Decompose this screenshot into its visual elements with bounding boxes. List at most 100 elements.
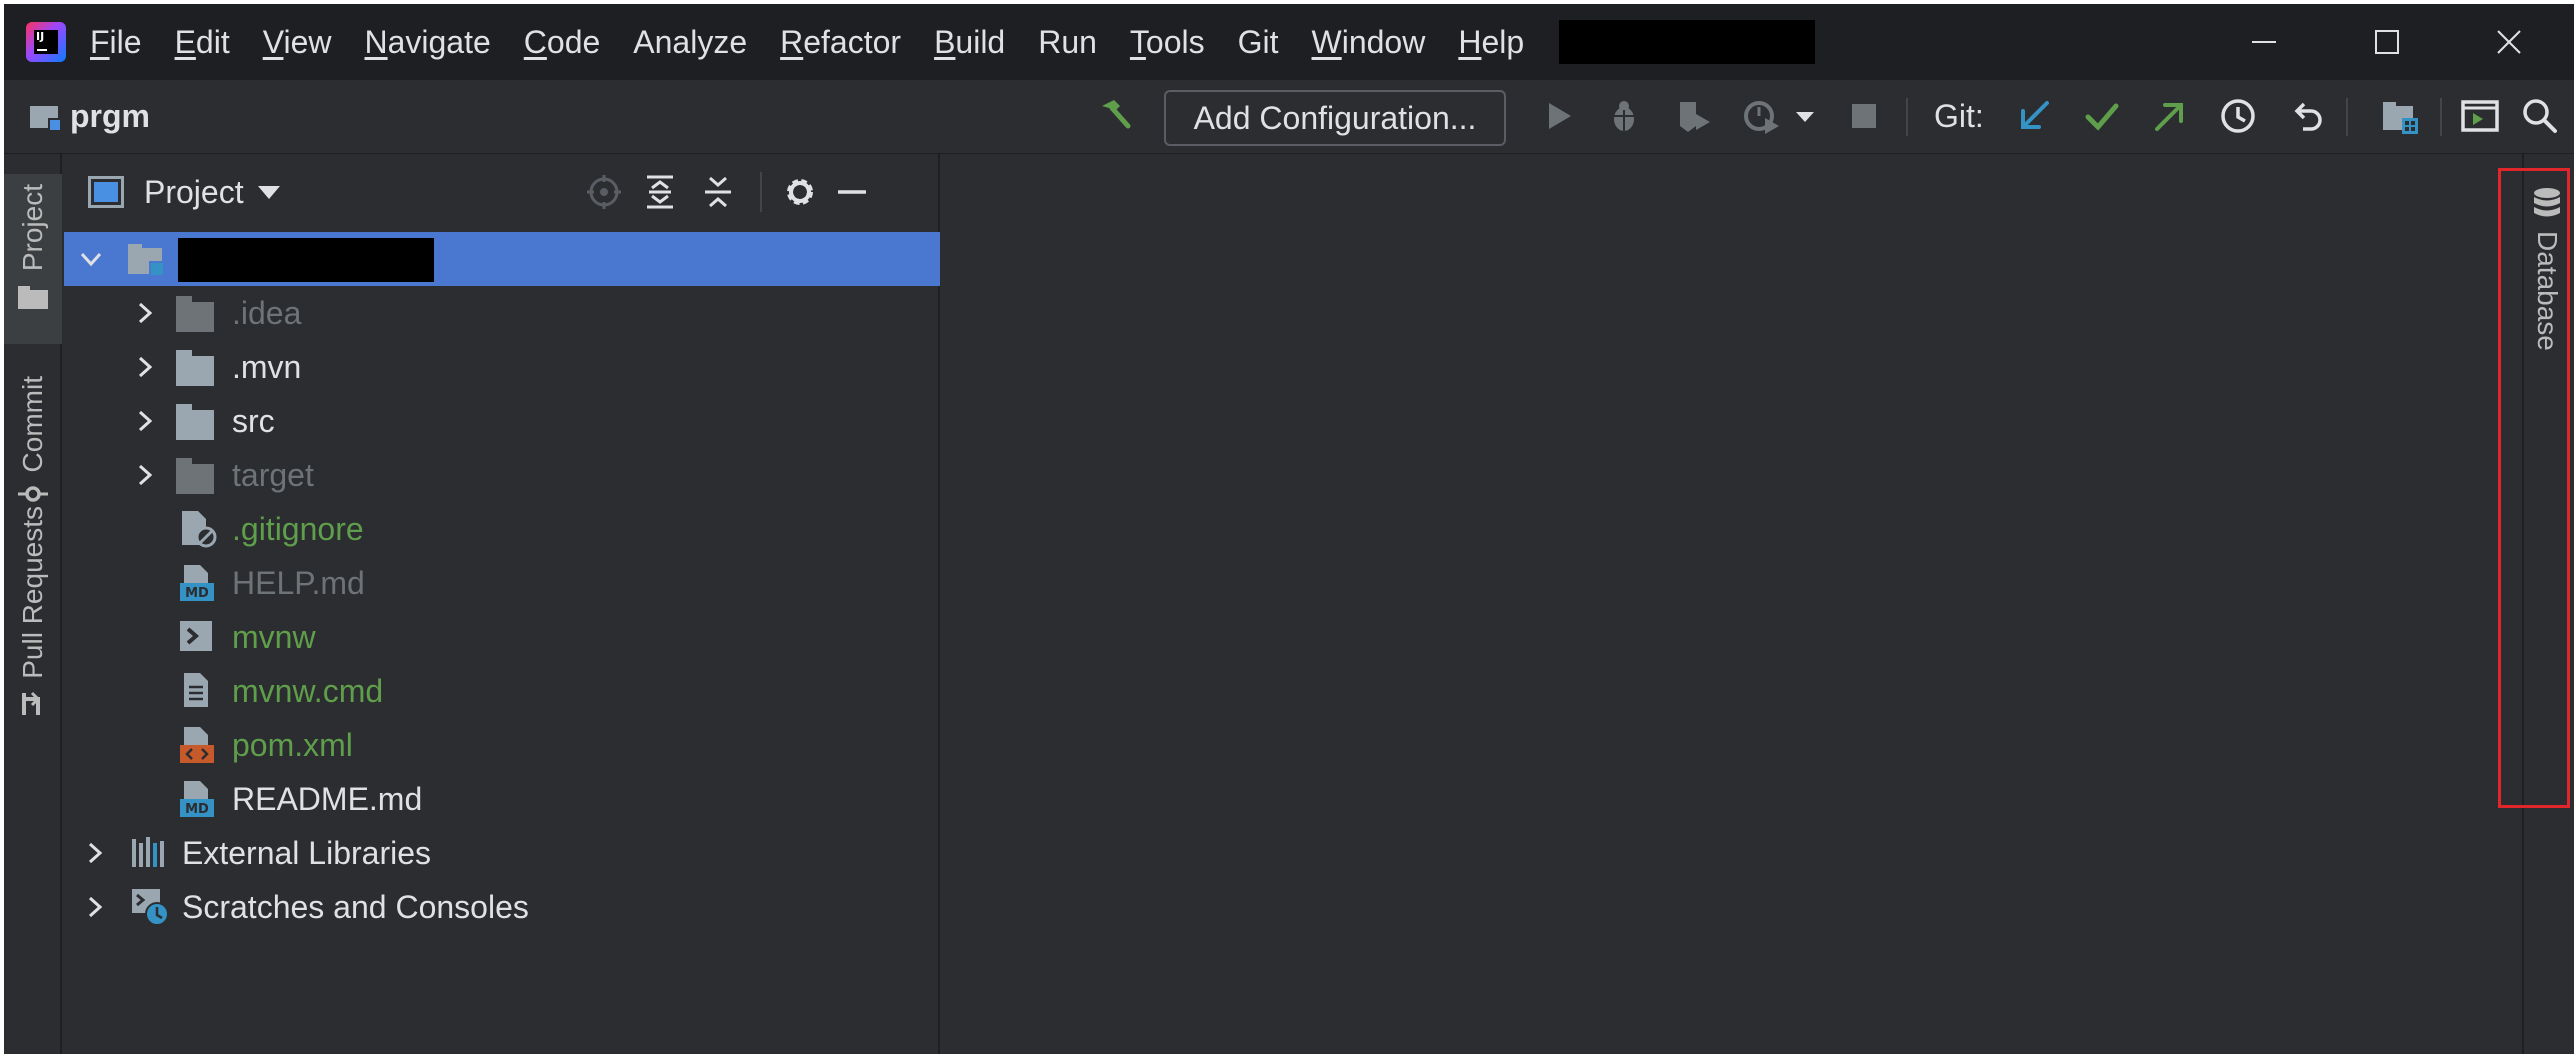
git-commit-button[interactable] bbox=[2082, 96, 2122, 136]
chevron-right-icon[interactable] bbox=[132, 408, 158, 434]
project-structure-icon bbox=[2383, 102, 2418, 134]
commit-icon bbox=[18, 486, 48, 503]
collapse-all-icon bbox=[705, 176, 731, 208]
git-push-button[interactable] bbox=[2150, 96, 2190, 136]
menu-git[interactable]: Git bbox=[1238, 24, 1279, 61]
ide-window: IJ File Edit View Navigate Code Analyze … bbox=[4, 4, 2574, 1054]
build-button[interactable] bbox=[1094, 96, 1134, 136]
more-run-options-button[interactable] bbox=[1790, 96, 1820, 136]
project-structure-button[interactable] bbox=[2380, 96, 2420, 136]
tree-row-src[interactable]: src bbox=[64, 394, 940, 448]
minimize-button[interactable] bbox=[2214, 4, 2314, 80]
tool-tab-database[interactable]: Database bbox=[2527, 187, 2567, 351]
folder-icon bbox=[18, 286, 48, 310]
chevron-right-icon[interactable] bbox=[82, 840, 108, 866]
tree-row-external-libraries[interactable]: External Libraries bbox=[64, 826, 940, 880]
menu-view[interactable]: View bbox=[263, 24, 332, 61]
run-button[interactable] bbox=[1539, 96, 1579, 136]
tree-row-gitignore[interactable]: .gitignore bbox=[64, 502, 940, 556]
target-icon bbox=[587, 175, 621, 209]
debug-button[interactable] bbox=[1604, 96, 1644, 136]
chevron-right-icon[interactable] bbox=[82, 894, 108, 920]
markdown-file-icon: MD bbox=[178, 563, 218, 603]
maximize-button[interactable] bbox=[2337, 4, 2437, 80]
expand-all-icon bbox=[647, 175, 673, 209]
tree-row-scratches[interactable]: Scratches and Consoles bbox=[64, 880, 940, 934]
project-folder-icon bbox=[30, 102, 62, 132]
coverage-icon bbox=[1680, 102, 1710, 132]
options-button[interactable] bbox=[780, 172, 820, 212]
git-label: Git: bbox=[1934, 98, 1984, 134]
menu-tools[interactable]: Tools bbox=[1130, 24, 1205, 61]
tool-tab-project-label: Project bbox=[17, 184, 48, 272]
tree-row-mvn[interactable]: .mvn bbox=[64, 340, 940, 394]
tree-label-mvn: .mvn bbox=[232, 348, 302, 385]
tree-row-project-root[interactable] bbox=[64, 232, 940, 286]
menu-run[interactable]: Run bbox=[1038, 24, 1097, 61]
chevron-down-icon[interactable] bbox=[78, 246, 104, 272]
redacted-title bbox=[1559, 20, 1816, 64]
undo-icon bbox=[2294, 102, 2322, 131]
tree-row-mvnw-cmd[interactable]: mvnw.cmd bbox=[64, 664, 940, 718]
git-rollback-button[interactable] bbox=[2288, 96, 2328, 136]
expand-all-button[interactable] bbox=[640, 172, 680, 212]
search-everywhere-button[interactable] bbox=[2520, 96, 2560, 136]
chevron-right-icon[interactable] bbox=[132, 462, 158, 488]
project-panel-header: Project bbox=[64, 154, 938, 230]
tool-tab-commit[interactable]: Commit bbox=[4, 376, 62, 506]
menu-code[interactable]: Code bbox=[524, 24, 601, 61]
profiler-button[interactable] bbox=[1741, 96, 1781, 136]
tree-row-pom-xml[interactable]: pom.xml bbox=[64, 718, 940, 772]
toolbar-separator bbox=[2346, 98, 2348, 136]
tool-tab-pull-requests[interactable]: Pull Requests bbox=[4, 506, 62, 719]
terminal-icon bbox=[2461, 100, 2499, 132]
menu-help[interactable]: Help bbox=[1458, 24, 1524, 61]
chevron-right-icon[interactable] bbox=[132, 354, 158, 380]
maximize-icon bbox=[2375, 30, 2399, 54]
caret-down-icon[interactable] bbox=[257, 185, 280, 199]
run-icon bbox=[1549, 103, 1571, 129]
project-breadcrumb[interactable]: prgm bbox=[30, 96, 150, 136]
menu-file[interactable]: File bbox=[90, 24, 142, 61]
main-toolbar: prgm Add Configuration... Git: bbox=[4, 80, 2574, 154]
tree-label-mvnw-cmd: mvnw.cmd bbox=[232, 672, 384, 709]
tree-label-external-libraries: External Libraries bbox=[182, 834, 431, 871]
menu-navigate[interactable]: Navigate bbox=[364, 24, 490, 61]
menu-refactor[interactable]: Refactor bbox=[780, 24, 901, 61]
tree-label-scratches: Scratches and Consoles bbox=[182, 888, 529, 925]
folder-icon bbox=[176, 458, 214, 494]
tree-row-readme-md[interactable]: MD README.md bbox=[64, 772, 940, 826]
git-update-button[interactable] bbox=[2014, 96, 2054, 136]
tool-tab-project[interactable]: Project bbox=[4, 174, 62, 344]
tree-row-idea[interactable]: .idea bbox=[64, 286, 940, 340]
select-opened-file-button[interactable] bbox=[584, 172, 624, 212]
terminal-button[interactable] bbox=[2460, 96, 2500, 136]
module-folder-icon bbox=[128, 240, 168, 280]
menu-analyze[interactable]: Analyze bbox=[633, 24, 747, 61]
menu-edit[interactable]: Edit bbox=[175, 24, 230, 61]
collapse-all-button[interactable] bbox=[698, 172, 738, 212]
close-button[interactable] bbox=[2459, 4, 2559, 80]
tree-row-help-md[interactable]: MD HELP.md bbox=[64, 556, 940, 610]
intellij-logo-icon: IJ bbox=[26, 22, 66, 62]
xml-file-icon bbox=[178, 725, 218, 765]
tool-tab-commit-label: Commit bbox=[17, 376, 48, 473]
stop-button[interactable] bbox=[1844, 96, 1884, 136]
git-history-button[interactable] bbox=[2218, 96, 2258, 136]
run-with-coverage-button[interactable] bbox=[1674, 96, 1714, 136]
tree-label-pom-xml: pom.xml bbox=[232, 726, 353, 763]
close-icon bbox=[2497, 30, 2521, 54]
tree-row-mvnw[interactable]: mvnw bbox=[64, 610, 940, 664]
hide-panel-button[interactable] bbox=[832, 172, 872, 212]
minimize-icon bbox=[2252, 41, 2276, 43]
project-view-icon bbox=[88, 176, 124, 208]
header-separator bbox=[760, 172, 762, 212]
tree-row-target[interactable]: target bbox=[64, 448, 940, 502]
ignore-file-icon bbox=[178, 509, 218, 549]
menu-build[interactable]: Build bbox=[934, 24, 1005, 61]
project-view-selector[interactable]: Project bbox=[144, 174, 244, 211]
editor-area[interactable] bbox=[942, 154, 2522, 1054]
menu-window[interactable]: Window bbox=[1312, 24, 1426, 61]
chevron-right-icon[interactable] bbox=[132, 300, 158, 326]
add-configuration-button[interactable]: Add Configuration... bbox=[1164, 90, 1506, 146]
